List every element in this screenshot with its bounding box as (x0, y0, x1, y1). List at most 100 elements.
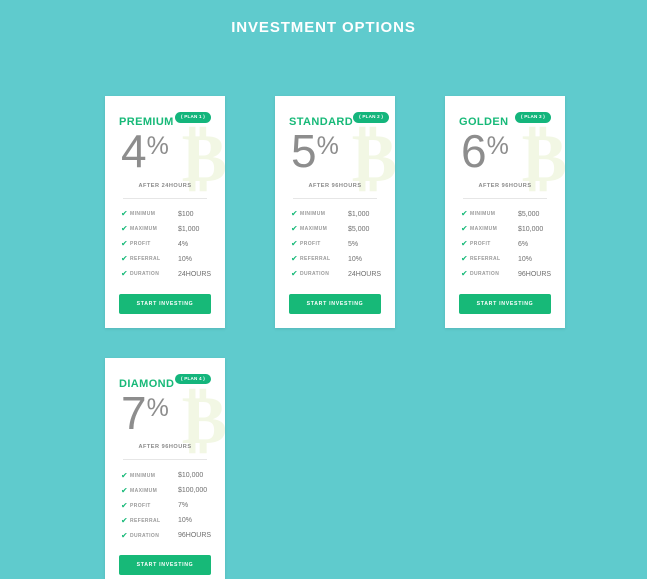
list-item: ✔ REFERRAL 10% (291, 252, 379, 267)
feature-value: $10,000 (518, 225, 544, 233)
feature-label: REFERRAL (300, 256, 331, 263)
plan-rate: 7 % (119, 386, 211, 439)
check-icon: ✔ (121, 530, 128, 540)
feature-value: 24HOURS (348, 270, 382, 278)
feature-label: REFERRAL (130, 256, 161, 263)
plan-badge: ( PLAN 2 ) (353, 112, 390, 123)
page-title: INVESTMENT OPTIONS (231, 19, 416, 36)
feature-value: $1,000 (348, 210, 370, 218)
list-item: ✔ MAXIMUM $5,000 (291, 222, 379, 237)
list-item: ✔ REFERRAL 10% (121, 252, 209, 267)
list-item: ✔ PROFIT 6% (461, 237, 549, 252)
feature-value: 10% (518, 255, 533, 263)
check-icon: ✔ (461, 269, 468, 279)
list-item: ✔ DURATION 96HOURS (461, 267, 552, 282)
plan-card-standard: ₿ STANDARD ( PLAN 2 ) 5 % AFTER 96HOURS … (275, 96, 395, 328)
plan-rate-percent-icon: % (316, 132, 339, 160)
list-item: ✔ MAXIMUM $1,000 (121, 222, 209, 237)
card-divider (463, 197, 547, 199)
feature-value: $10,000 (178, 472, 204, 480)
feature-label: MINIMUM (300, 211, 326, 218)
feature-value: 4% (178, 240, 189, 248)
check-icon: ✔ (291, 254, 298, 264)
plan-card-grid: ₿ PREMIUM ( PLAN 1 ) 4 % AFTER 24HOURS ✔… (105, 96, 565, 579)
start-investing-button[interactable]: START INVESTING (119, 555, 211, 576)
feature-value: 24HOURS (178, 270, 212, 278)
plan-feature-list: ✔ MINIMUM $10,000 ✔ MAXIMUM $100,000 ✔ P… (119, 468, 211, 543)
feature-label: PROFIT (130, 502, 151, 509)
plan-duration-caption: AFTER 24HOURS (138, 182, 192, 189)
feature-value: $5,000 (518, 210, 540, 218)
feature-value: $100 (178, 210, 194, 218)
list-item: ✔ MINIMUM $1,000 (291, 207, 379, 222)
feature-value: 96HOURS (518, 270, 552, 278)
feature-label: DURATION (300, 271, 330, 278)
check-icon: ✔ (461, 224, 468, 234)
plan-rate-percent-icon: % (486, 132, 509, 160)
check-icon: ✔ (121, 500, 128, 510)
card-divider (123, 197, 207, 199)
card-divider (293, 197, 377, 199)
list-item: ✔ DURATION 24HOURS (121, 267, 212, 282)
check-icon: ✔ (291, 269, 298, 279)
feature-value: 96HOURS (178, 532, 212, 540)
check-icon: ✔ (291, 209, 298, 219)
start-investing-button[interactable]: START INVESTING (459, 293, 551, 314)
check-icon: ✔ (291, 239, 298, 249)
feature-label: MINIMUM (130, 472, 156, 479)
feature-value: 5% (348, 240, 359, 248)
plan-feature-list: ✔ MINIMUM $1,000 ✔ MAXIMUM $5,000 ✔ PROF… (289, 207, 381, 282)
card-divider (123, 459, 207, 461)
feature-label: MAXIMUM (300, 226, 328, 233)
plan-duration-caption: AFTER 96HOURS (138, 444, 192, 451)
plan-rate: 4 % (119, 128, 211, 174)
plan-card-golden: ₿ GOLDEN ( PLAN 3 ) 6 % AFTER 96HOURS ✔ … (445, 96, 565, 328)
list-item: ✔ MINIMUM $10,000 (121, 468, 209, 483)
list-item: ✔ REFERRAL 10% (121, 513, 209, 528)
feature-value: $100,000 (178, 487, 208, 495)
check-icon: ✔ (121, 269, 128, 279)
start-investing-button[interactable]: START INVESTING (289, 293, 381, 314)
plan-rate-number: 7 (121, 386, 147, 439)
feature-value: 10% (178, 517, 193, 525)
feature-value: $5,000 (348, 225, 370, 233)
list-item: ✔ DURATION 96HOURS (121, 528, 212, 543)
feature-value: 10% (348, 255, 363, 263)
feature-value: 7% (178, 502, 189, 510)
plan-duration-caption: AFTER 96HOURS (308, 182, 362, 189)
plan-rate-number: 6 (461, 125, 487, 177)
check-icon: ✔ (121, 224, 128, 234)
feature-label: DURATION (130, 532, 160, 539)
feature-label: DURATION (130, 271, 160, 278)
plan-feature-list: ✔ MINIMUM $5,000 ✔ MAXIMUM $10,000 ✔ PRO… (459, 207, 551, 282)
check-icon: ✔ (121, 239, 128, 249)
list-item: ✔ DURATION 24HOURS (291, 267, 382, 282)
plan-feature-list: ✔ MINIMUM $100 ✔ MAXIMUM $1,000 ✔ PROFIT… (119, 207, 211, 282)
feature-label: PROFIT (470, 241, 491, 248)
feature-label: DURATION (470, 271, 500, 278)
check-icon: ✔ (121, 209, 128, 219)
investment-options-page: INVESTMENT OPTIONS ₿ PREMIUM ( PLAN 1 ) … (0, 0, 647, 579)
plan-duration-caption: AFTER 96HOURS (478, 182, 532, 189)
feature-label: REFERRAL (470, 256, 501, 263)
plan-rate: 6 % (459, 125, 551, 177)
check-icon: ✔ (121, 254, 128, 264)
list-item: ✔ PROFIT 7% (121, 498, 209, 513)
check-icon: ✔ (291, 224, 298, 234)
start-investing-button[interactable]: START INVESTING (119, 293, 211, 314)
check-icon: ✔ (461, 209, 468, 219)
list-item: ✔ MINIMUM $100 (121, 207, 209, 222)
feature-label: MINIMUM (470, 211, 496, 218)
feature-label: MAXIMUM (470, 226, 498, 233)
check-icon: ✔ (121, 515, 128, 525)
feature-label: REFERRAL (130, 517, 161, 524)
check-icon: ✔ (121, 470, 128, 480)
feature-label: PROFIT (130, 241, 151, 248)
list-item: ✔ PROFIT 5% (291, 237, 379, 252)
check-icon: ✔ (461, 254, 468, 264)
list-item: ✔ MAXIMUM $10,000 (461, 222, 549, 237)
plan-badge: ( PLAN 4 ) (175, 373, 211, 385)
check-icon: ✔ (121, 485, 128, 495)
list-item: ✔ MINIMUM $5,000 (461, 207, 549, 222)
plan-rate-percent-icon: % (146, 393, 169, 422)
